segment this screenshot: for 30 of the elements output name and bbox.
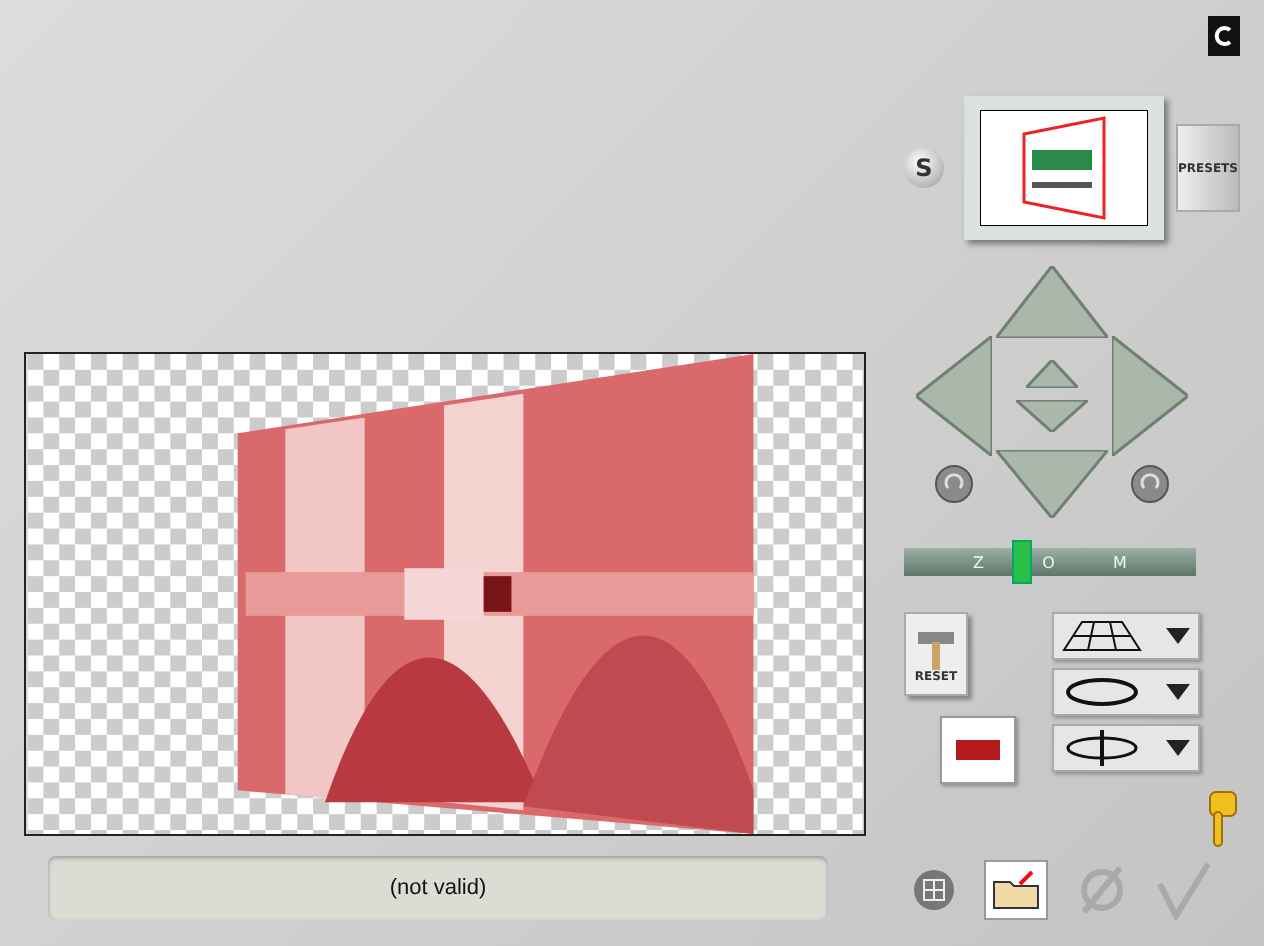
caret-icon [1166, 740, 1190, 756]
small-down-arrow-icon[interactable] [1016, 400, 1088, 432]
zoom-letter: O [1042, 553, 1055, 571]
zoom-letter: Z [973, 553, 985, 571]
perspective-menu-button[interactable] [1052, 612, 1200, 660]
slider-thumb[interactable] [1012, 540, 1033, 584]
status-text: (not valid) [48, 856, 828, 920]
caret-icon [1166, 628, 1190, 644]
s-button[interactable]: S [904, 148, 944, 188]
axis-ellipse-icon [1062, 730, 1142, 766]
grid-icon[interactable] [912, 868, 956, 912]
folder-button[interactable] [984, 860, 1048, 920]
left-arrow-icon[interactable] [916, 336, 992, 456]
grid-plane-icon [1062, 620, 1142, 652]
rotate-ball-icon[interactable] [1130, 464, 1170, 504]
rotate-menu-button[interactable] [1052, 668, 1200, 716]
folder-icon [992, 870, 1040, 910]
spin-menu-button[interactable] [1052, 724, 1200, 772]
checkmark-icon[interactable] [1156, 860, 1212, 920]
swatch-icon [956, 740, 1000, 760]
down-arrow-icon[interactable] [996, 450, 1108, 518]
zoom-letter: M [1113, 553, 1127, 571]
right-arrow-icon[interactable] [1112, 336, 1188, 456]
pointing-hand-icon [1204, 788, 1240, 848]
help-icon[interactable] [1208, 16, 1240, 56]
color-swatch-button[interactable] [940, 716, 1016, 784]
up-arrow-icon[interactable] [996, 266, 1108, 338]
caret-icon [1166, 684, 1190, 700]
small-up-arrow-icon[interactable] [1026, 360, 1078, 388]
rotate-ball-icon[interactable] [934, 464, 974, 504]
